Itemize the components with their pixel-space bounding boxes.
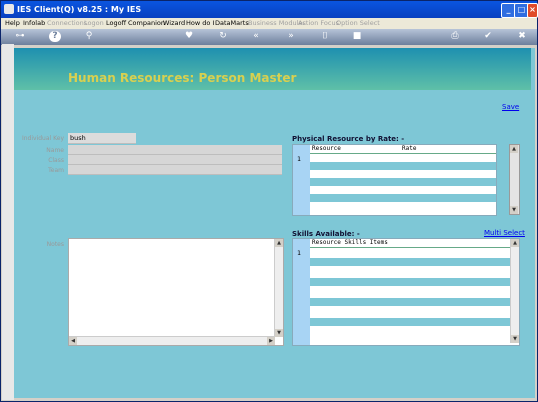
key-icon[interactable]: ⊶	[11, 31, 29, 42]
title-bar: IES Client(Q) v8.25 : My IES _ □ ×	[1, 1, 538, 18]
close-window-button[interactable]: ×	[527, 3, 538, 18]
back-icon[interactable]: «	[250, 31, 262, 42]
skills-scrollbar[interactable]: ▲ ▼	[510, 239, 519, 343]
skills-grid[interactable]: 1 Resource Skills Items ▲ ▼	[292, 238, 520, 346]
grid-row[interactable]	[310, 194, 496, 202]
scroll-down-arrow-icon[interactable]: ▼	[510, 206, 518, 214]
forward-icon[interactable]: »	[285, 31, 297, 42]
name-field[interactable]	[68, 145, 282, 155]
grid-row[interactable]	[310, 258, 510, 266]
class-label: Class	[48, 157, 64, 164]
grid-row[interactable]	[310, 162, 496, 170]
grid-row[interactable]	[310, 154, 496, 162]
app-icon	[4, 4, 14, 14]
row-number: 1	[297, 155, 301, 163]
grid-row[interactable]	[310, 268, 510, 276]
grid-row[interactable]	[310, 248, 510, 256]
page-header: Human Resources: Person Master	[14, 48, 532, 90]
scroll-down-arrow-icon[interactable]: ▼	[275, 329, 283, 337]
menu-companion[interactable]: Companion	[128, 18, 165, 29]
check-icon[interactable]: ✔	[482, 31, 494, 42]
grid-row[interactable]	[310, 170, 496, 178]
toolbar: ⊶ ? ⚲ ♥ ↻ « » ⌷ ■ ⎙ ✔ ✖	[1, 29, 537, 45]
help-icon[interactable]: ?	[49, 31, 61, 42]
notes-label: Notes	[46, 241, 64, 248]
scroll-up-arrow-icon[interactable]: ▲	[511, 239, 519, 247]
scroll-up-arrow-icon[interactable]: ▲	[510, 145, 518, 153]
class-field[interactable]	[68, 155, 282, 165]
column-header-rate: Rate	[402, 145, 417, 152]
save-link[interactable]: Save	[502, 103, 519, 111]
window-title: IES Client(Q) v8.25 : My IES	[17, 5, 142, 14]
name-label: Name	[46, 147, 64, 154]
heart-icon[interactable]: ♥	[183, 31, 195, 42]
page-title: Human Resources: Person Master	[68, 71, 297, 85]
stop-icon[interactable]: ■	[351, 31, 363, 42]
grid-row[interactable]	[310, 308, 510, 316]
grid-row[interactable]	[310, 288, 510, 296]
menu-datamarts[interactable]: DataMarts	[215, 18, 249, 29]
grid-header: Resource Rate	[310, 145, 496, 154]
scroll-right-arrow-icon[interactable]: ▶	[267, 337, 275, 345]
menu-how-do-i[interactable]: How do I	[186, 18, 214, 29]
grid-row[interactable]	[310, 318, 510, 326]
menu-option-select[interactable]: Option Select	[336, 18, 380, 29]
menu-bar: Help Infolab Connections Logon Logoff Co…	[1, 18, 537, 29]
menu-logon[interactable]: Logon	[84, 18, 104, 29]
individual-key-label: Individual Key	[21, 135, 64, 142]
multi-select-link[interactable]: Multi Select	[484, 229, 525, 237]
trash-icon[interactable]: ⌷	[319, 31, 331, 42]
menu-connections[interactable]: Connections	[47, 18, 87, 29]
grid-row[interactable]	[310, 298, 510, 306]
physical-resource-title: Physical Resource by Rate: -	[292, 135, 405, 143]
print-icon[interactable]: ⎙	[449, 31, 461, 42]
notes-textarea[interactable]: ▲ ▼ ◀ ▶	[68, 238, 284, 346]
team-label: Team	[48, 167, 64, 174]
row-number: 1	[297, 249, 301, 257]
menu-logoff[interactable]: Logoff	[106, 18, 126, 29]
search-icon[interactable]: ⚲	[83, 31, 95, 42]
grid-row[interactable]	[310, 328, 510, 336]
row-gutter	[293, 239, 310, 345]
scroll-left-arrow-icon[interactable]: ◀	[69, 337, 77, 345]
menu-wizard[interactable]: Wizard	[163, 18, 185, 29]
refresh-icon[interactable]: ↻	[217, 31, 229, 42]
grid-row[interactable]	[310, 202, 496, 210]
left-strip	[2, 44, 14, 400]
grid-row[interactable]	[310, 186, 496, 194]
notes-horizontal-scrollbar[interactable]: ◀ ▶	[69, 336, 275, 345]
column-header-skills: Resource Skills Items	[312, 239, 388, 246]
grid-row[interactable]	[310, 278, 510, 286]
individual-key-field[interactable]: bush	[68, 133, 136, 144]
window-edge	[531, 48, 535, 398]
row-gutter	[293, 145, 310, 215]
notes-vertical-scrollbar[interactable]: ▲ ▼	[274, 239, 283, 337]
physical-resource-grid[interactable]: 1 Resource Rate	[292, 144, 497, 216]
menu-infolab[interactable]: Infolab	[23, 18, 45, 29]
grid-row[interactable]	[310, 178, 496, 186]
menu-help[interactable]: Help	[5, 18, 20, 29]
team-field[interactable]	[68, 165, 282, 175]
physical-resource-scrollbar[interactable]: ▲ ▼	[509, 144, 520, 215]
scroll-up-arrow-icon[interactable]: ▲	[275, 239, 283, 247]
grid-header: Resource Skills Items	[310, 239, 519, 248]
scroll-down-arrow-icon[interactable]: ▼	[511, 335, 519, 343]
close-icon[interactable]: ✖	[516, 31, 528, 42]
menu-action-focus[interactable]: Action Focus	[298, 18, 339, 29]
column-header-resource: Resource	[312, 145, 341, 152]
skills-title: Skills Available: -	[292, 230, 360, 238]
